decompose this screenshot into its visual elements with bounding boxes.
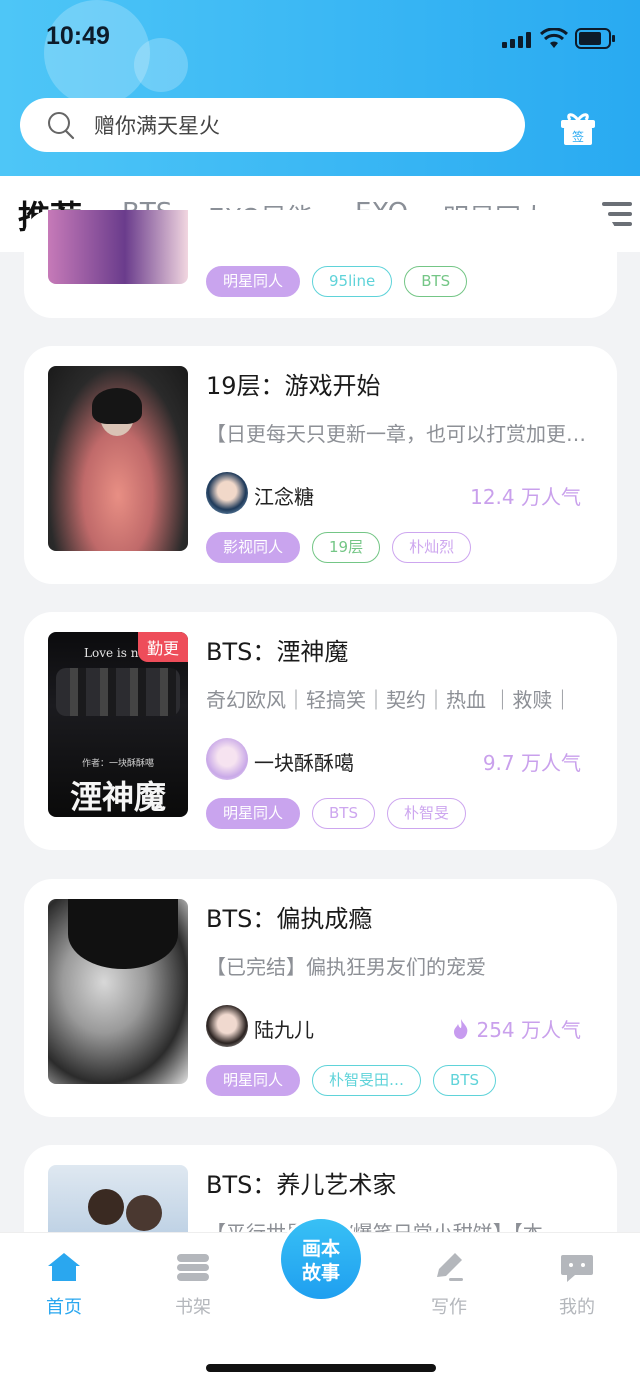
author-name: 江念糖 <box>254 485 314 509</box>
nav-bookshelf[interactable]: 书架 <box>153 1251 233 1319</box>
tag-list: 明星同人 朴智旻田… BTS <box>206 1065 497 1096</box>
picture-story-button[interactable]: 画本 故事 <box>278 1216 364 1302</box>
gift-checkin-icon[interactable]: 签 <box>558 110 598 146</box>
signal-icon <box>502 32 531 48</box>
wifi-icon <box>540 28 568 48</box>
book-title: BTS：偏执成瘾 <box>206 905 373 933</box>
book-title: BTS：养儿艺术家 <box>206 1171 397 1199</box>
tag-list: 影视同人 19层 朴灿烈 <box>206 532 472 563</box>
author-avatar[interactable] <box>206 472 248 514</box>
search-bar[interactable]: 赠你满天星火 <box>20 98 525 152</box>
tag[interactable]: 19层 <box>312 532 381 563</box>
tag[interactable]: BTS <box>404 266 468 297</box>
book-card[interactable]: Love is not 作者：一块酥酥噶 湮神魔 勤更 BTS：湮神魔 奇幻欧风… <box>24 612 617 850</box>
nav-home[interactable]: 首页 <box>24 1251 104 1319</box>
tag[interactable]: BTS <box>433 1065 497 1096</box>
author-avatar[interactable] <box>206 738 248 780</box>
tag[interactable]: 朴灿烈 <box>392 532 472 563</box>
decor-bubble <box>134 38 188 92</box>
book-cover: Love is not 作者：一块酥酥噶 湮神魔 勤更 <box>48 632 188 817</box>
tag[interactable]: BTS <box>312 798 375 829</box>
tag[interactable]: 明星同人 <box>206 1065 301 1096</box>
home-indicator <box>206 1364 436 1372</box>
nav-profile[interactable]: 我的 <box>537 1251 617 1319</box>
popularity: 9.7 万人气 <box>483 747 581 776</box>
book-title: BTS：湮神魔 <box>206 638 349 666</box>
book-description: 【日更每天只更新一章，也可以打赏加更… <box>206 422 586 446</box>
nav-profile-label: 我的 <box>559 1297 595 1318</box>
tag[interactable]: 影视同人 <box>206 532 301 563</box>
popularity: 12.4 万人气 <box>470 481 581 510</box>
tag[interactable]: 朴智旻田… <box>312 1065 422 1096</box>
update-badge: 勤更 <box>137 632 188 662</box>
popularity: 254 万人气 <box>452 1014 581 1043</box>
tag[interactable]: 朴智旻 <box>387 798 467 829</box>
nav-write-label: 写作 <box>431 1297 467 1318</box>
header: 10:49 赠你满天星火 签 <box>0 0 640 176</box>
popularity-count: 12.4 万人气 <box>470 485 581 509</box>
cover-title: 湮神魔 <box>69 778 166 816</box>
author-name: 陆九儿 <box>254 1018 314 1042</box>
decor-bubble <box>44 0 150 106</box>
author-avatar[interactable] <box>206 1005 248 1047</box>
chat-bubble-icon <box>561 1255 593 1282</box>
home-icon <box>48 1253 80 1281</box>
book-card[interactable]: 19层：游戏开始 【日更每天只更新一章，也可以打赏加更… 江念糖 12.4 万人… <box>24 346 617 584</box>
tag[interactable]: 95line <box>312 266 393 297</box>
tag-list: 明星同人 BTS 朴智旻 <box>206 798 467 829</box>
flame-icon <box>454 1018 468 1039</box>
book-cover <box>48 210 188 284</box>
book-title: 19层：游戏开始 <box>206 372 381 400</box>
tag-list: 明星同人 95line BTS <box>206 266 468 297</box>
nav-write[interactable]: 写作 <box>409 1251 489 1319</box>
search-icon <box>48 112 75 140</box>
bookshelf-icon <box>177 1254 209 1281</box>
book-description: 【已完结】偏执狂男友们的宠爱 <box>206 955 486 979</box>
nav-bookshelf-label: 书架 <box>175 1297 211 1318</box>
search-placeholder: 赠你满天星火 <box>94 114 220 138</box>
picture-story-label: 画本 故事 <box>301 1238 340 1284</box>
svg-text:签: 签 <box>572 129 584 144</box>
book-cover <box>48 366 188 551</box>
cover-author: 作者：一块酥酥噶 <box>81 759 154 769</box>
status-time: 10:49 <box>46 22 110 50</box>
battery-icon <box>575 28 615 49</box>
book-card-partial[interactable]: 明星同人 95line BTS <box>24 210 617 318</box>
book-card[interactable]: BTS：偏执成瘾 【已完结】偏执狂男友们的宠爱 陆九儿 254 万人气 明星同人… <box>24 879 617 1117</box>
tag[interactable]: 明星同人 <box>206 266 301 297</box>
author-name: 一块酥酥噶 <box>254 751 354 775</box>
tag[interactable]: 明星同人 <box>206 798 301 829</box>
pencil-icon <box>437 1253 463 1281</box>
popularity-count: 254 万人气 <box>476 1018 581 1042</box>
nav-home-label: 首页 <box>46 1297 82 1318</box>
book-description: 奇幻欧风｜轻搞笑｜契约｜热血 ｜救赎｜ <box>206 688 573 712</box>
popularity-count: 9.7 万人气 <box>482 751 581 775</box>
book-cover <box>48 899 188 1084</box>
